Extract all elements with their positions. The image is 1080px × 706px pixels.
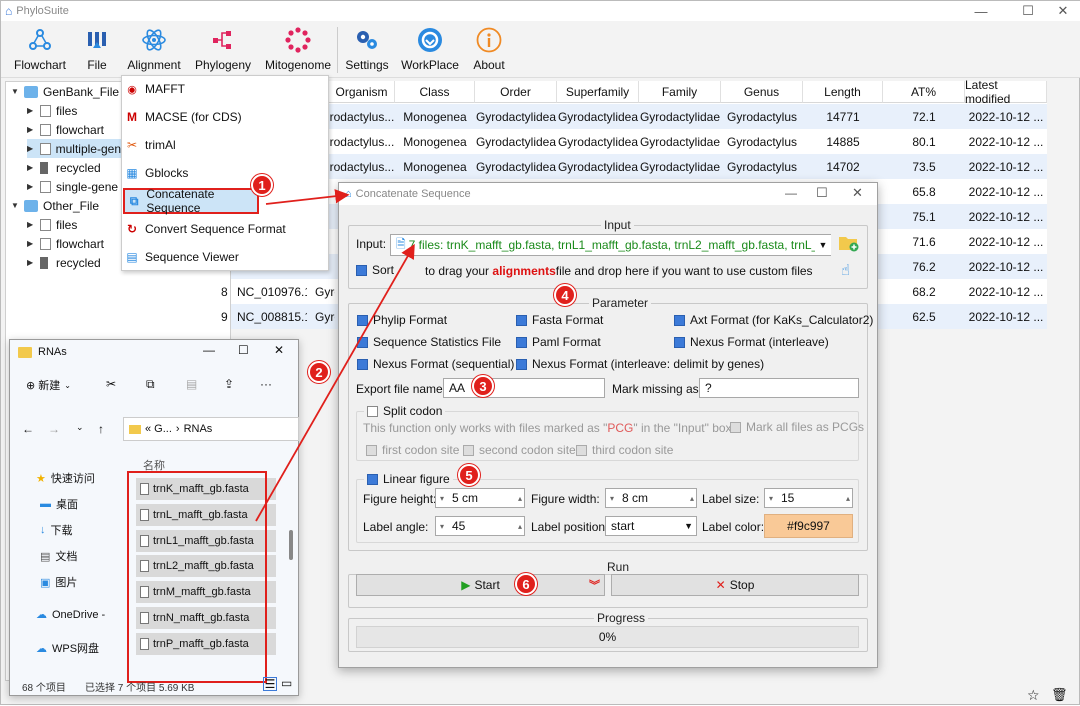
badge-4: 4	[554, 284, 576, 306]
badge-1: 1	[251, 174, 273, 196]
badge-6: 6	[515, 573, 537, 595]
arrow-files-to-input	[255, 243, 415, 522]
annotation-arrows	[255, 189, 415, 522]
badge-5: 5	[458, 464, 480, 486]
phylosuite-window: ⌂ PhyloSuite — ☐ ✕ Flowchart File Alignm…	[0, 0, 1080, 705]
badge-2: 2	[308, 361, 330, 383]
arrow-to-dialog	[265, 189, 350, 205]
badge-3: 3	[472, 375, 494, 397]
